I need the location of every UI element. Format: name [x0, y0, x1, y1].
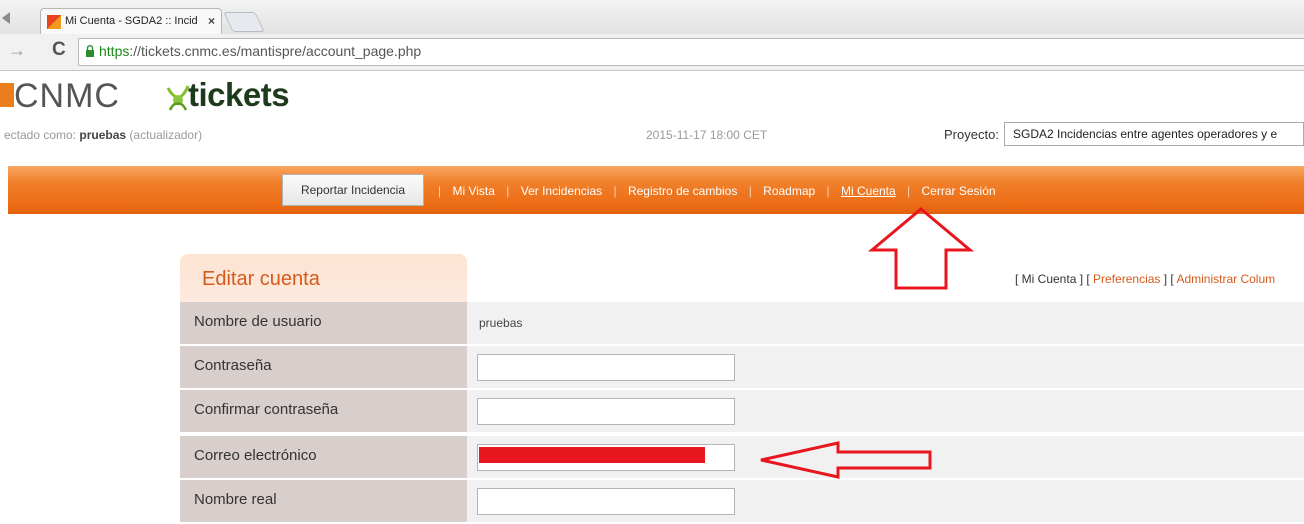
browser-toolbar: → C https://tickets.cnmc.es/mantispre/ac… [0, 34, 1304, 71]
project-label: Proyecto: [944, 127, 999, 142]
main-menu: Reportar Incidencia | Mi Vista | Ver Inc… [8, 166, 1304, 214]
close-tab-icon[interactable]: × [208, 14, 215, 28]
url-text: https://tickets.cnmc.es/mantispre/accoun… [99, 43, 421, 59]
cnmc-logo: CNMC [0, 77, 150, 115]
new-tab-button[interactable] [223, 12, 265, 32]
menu-item-changelog[interactable]: Registro de cambios [628, 184, 737, 198]
annotation-up-arrow-icon [867, 207, 975, 290]
form-row-email: Correo electrónico [180, 436, 1304, 480]
form-row-confirm-password: Confirmar contraseña [180, 390, 1304, 434]
menu-separator: | [438, 184, 442, 198]
username-label-cell: Nombre de usuario [180, 302, 467, 346]
bracket: ] [ [1160, 272, 1177, 286]
menu-item-logout[interactable]: Cerrar Sesión [922, 184, 996, 198]
reload-icon[interactable]: C [52, 39, 66, 61]
confirm-password-input[interactable] [477, 398, 735, 425]
password-label: Contraseña [194, 357, 272, 374]
real-name-label: Nombre real [194, 491, 277, 508]
email-label: Correo electrónico [194, 447, 317, 464]
url-path: ://tickets.cnmc.es/mantispre/account_pag… [129, 43, 422, 59]
email-label-cell: Correo electrónico [180, 436, 467, 480]
bracket: [ [1015, 272, 1022, 286]
confirm-password-label: Confirmar contraseña [194, 401, 339, 418]
username-value: pruebas [479, 316, 523, 330]
menu-item-view-issues[interactable]: Ver Incidencias [521, 184, 602, 198]
menu-separator: | [748, 184, 752, 198]
info-bar: ectado como: pruebas (actualizador) 2015… [0, 122, 1304, 148]
cnmc-logo-mark [0, 83, 14, 107]
report-issue-button[interactable]: Reportar Incidencia [282, 174, 424, 206]
favicon-icon [47, 15, 61, 29]
menu-separator: | [907, 184, 911, 198]
username-link[interactable]: pruebas [79, 128, 126, 142]
my-account-link[interactable]: Mi Cuenta [1022, 272, 1077, 286]
address-bar[interactable]: https://tickets.cnmc.es/mantispre/accoun… [78, 38, 1304, 66]
real-name-label-cell: Nombre real [180, 480, 467, 524]
account-sublinks: [ Mi Cuenta ] [ Preferencias ] [ Adminis… [1015, 272, 1275, 286]
tickets-logo-text: tickets [188, 76, 290, 113]
username-label: Nombre de usuario [194, 313, 322, 330]
confirm-password-label-cell: Confirmar contraseña [180, 390, 467, 434]
lock-icon [86, 45, 94, 57]
menu-item-my-account[interactable]: Mi Cuenta [841, 184, 896, 198]
bracket: ] [ [1076, 272, 1094, 286]
annotation-left-arrow-icon [760, 441, 932, 479]
email-redaction-bar [479, 447, 705, 463]
page-title: Editar cuenta [202, 268, 320, 290]
confirm-password-value-cell [467, 390, 1304, 434]
logged-in-prefix: ectado como: [4, 128, 80, 142]
menu-item-my-view[interactable]: Mi Vista [452, 184, 494, 198]
project-select[interactable]: SGDA2 Incidencias entre agentes operador… [1004, 122, 1304, 146]
password-label-cell: Contraseña [180, 346, 467, 390]
password-value-cell [467, 346, 1304, 390]
preferences-link[interactable]: Preferencias [1093, 272, 1160, 286]
menu-item-roadmap[interactable]: Roadmap [763, 184, 815, 198]
browser-tabstrip: Mi Cuenta - SGDA2 :: Incid × [0, 0, 1304, 35]
tab-scroll-left-icon[interactable] [0, 10, 14, 26]
user-role: (actualizador) [126, 128, 203, 142]
edit-account-panel-header: Editar cuenta [180, 254, 467, 304]
url-scheme: https [99, 43, 130, 59]
real-name-value-cell [467, 480, 1304, 524]
server-time: 2015-11-17 18:00 CET [646, 128, 768, 142]
tab-title: Mi Cuenta - SGDA2 :: Incid [65, 15, 198, 27]
form-row-username: Nombre de usuario pruebas [180, 302, 1304, 346]
username-value-cell: pruebas [467, 302, 1304, 346]
menu-separator: | [826, 184, 830, 198]
form-row-password: Contraseña [180, 346, 1304, 390]
menu-links: | Mi Vista | Ver Incidencias | Registro … [430, 184, 996, 198]
logged-in-as: ectado como: pruebas (actualizador) [4, 128, 202, 142]
manage-columns-link[interactable]: Administrar Colum [1176, 272, 1275, 286]
forward-arrow-icon[interactable]: → [8, 40, 26, 61]
menu-separator: | [506, 184, 510, 198]
cnmc-logo-text: CNMC [14, 77, 120, 115]
menu-separator: | [613, 184, 617, 198]
password-input[interactable] [477, 354, 735, 381]
real-name-input[interactable] [477, 488, 735, 515]
form-row-real-name: Nombre real [180, 480, 1304, 524]
browser-tab[interactable]: Mi Cuenta - SGDA2 :: Incid × [40, 8, 222, 35]
